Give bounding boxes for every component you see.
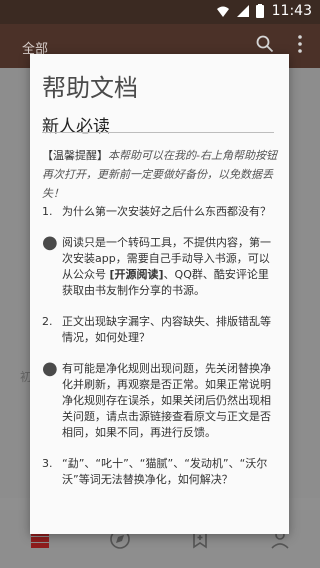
cellular-signal-icon (236, 5, 249, 17)
battery-icon (255, 4, 264, 18)
search-icon[interactable] (256, 35, 274, 53)
list-item: 3. “勐”、“叱十”、“猫腻”、“发动机”、“沃尔沃”等词无法替换净化，如何解… (42, 456, 278, 488)
item-marker: 1. (42, 205, 53, 218)
status-bar: 11:43 (0, 0, 320, 24)
intro-note: 【温馨提醒】本帮助可以在我的-右上角帮助按钮再次打开，更新前一定要做好备份，以免… (42, 146, 278, 203)
wifi-icon (216, 6, 229, 17)
item-bold-text: [开源阅读] (109, 268, 164, 281)
item-marker: 3. (42, 457, 53, 470)
section-title: 新人必读 (42, 117, 110, 137)
item-text: 为什么第一次安装好之后什么东西都没有？ (62, 205, 271, 218)
list-item: 1. 为什么第一次安装好之后什么东西都没有？ (42, 204, 278, 220)
item-text: 正文出现缺字漏字、内容缺失、排版错乱等情况，如何处理？ (62, 315, 271, 344)
item-text: 阅读只是一个转码工具，不提供内容，第一次安装app，需要自己手动导入书源，可以从… (62, 236, 271, 297)
item-marker: ● (42, 232, 58, 253)
item-text: 有可能是净化规则出现问题，先关闭替换净化并刷新，再观察是否正常。如果正常说明净化… (62, 362, 271, 439)
item-marker: ● (42, 358, 58, 379)
intro-label: 【温馨提醒】 (42, 149, 108, 162)
item-marker: 2. (42, 315, 53, 328)
list-item: ● 阅读只是一个转码工具，不提供内容，第一次安装app，需要自己手动导入书源，可… (42, 232, 278, 299)
section-divider (42, 132, 274, 133)
list-item: 2. 正文出现缺字漏字、内容缺失、排版错乱等情况，如何处理？ (42, 314, 278, 346)
help-list: 1. 为什么第一次安装好之后什么东西都没有？ ● 阅读只是一个转码工具，不提供内… (42, 204, 278, 503)
help-dialog: 帮助文档 新人必读 【温馨提醒】本帮助可以在我的-右上角帮助按钮再次打开，更新前… (30, 54, 289, 534)
status-time: 11:43 (271, 3, 312, 19)
list-item: ● 有可能是净化规则出现问题，先关闭替换净化并刷新，再观察是否正常。如果正常说明… (42, 358, 278, 441)
status-icons: 11:43 (216, 3, 312, 19)
item-text: “勐”、“叱十”、“猫腻”、“发动机”、“沃尔沃”等词无法替换净化，如何解决？ (62, 457, 268, 486)
more-vert-icon[interactable] (296, 34, 304, 54)
dialog-title: 帮助文档 (42, 74, 138, 102)
